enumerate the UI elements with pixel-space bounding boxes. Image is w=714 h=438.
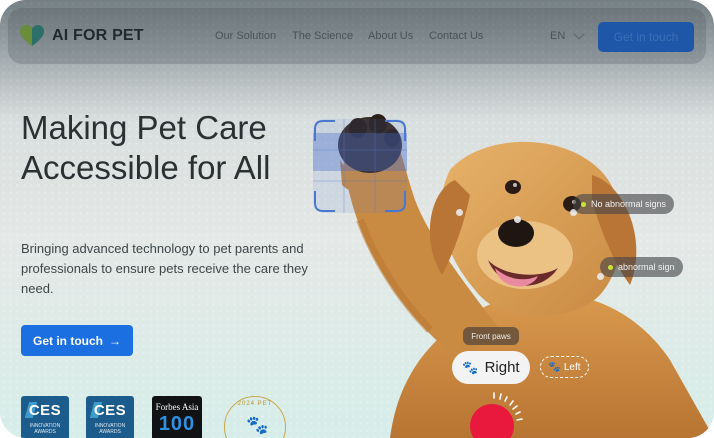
award-text: 2024 PET (237, 401, 273, 407)
status-dot-icon (608, 264, 613, 270)
paw-icon: 🐾 (246, 415, 269, 435)
ces-logo-text: CES (93, 402, 127, 419)
language-label: EN (550, 30, 566, 42)
ces-logo-text: CES (28, 402, 62, 419)
page: AI FOR PET Our Solution The Science Abou… (0, 0, 714, 438)
nav-our-solution[interactable]: Our Solution (215, 30, 276, 42)
left-paw-button[interactable]: 🐾 Left (540, 356, 589, 378)
language-selector[interactable]: EN (550, 28, 585, 42)
status-dot-icon (581, 201, 586, 207)
paw-scan-frame (313, 119, 407, 213)
right-paw-button[interactable]: 🐾 Right (452, 351, 530, 384)
nav-about-us[interactable]: About Us (368, 30, 413, 42)
no-abnormal-signs-tag: No abnormal signs (573, 194, 675, 214)
ces-innovation-badge-2: CES INNOVATION AWARDS (86, 396, 134, 438)
nav-the-science[interactable]: The Science (292, 30, 353, 42)
ces-caption: INNOVATION AWARDS (29, 423, 61, 435)
forbes-100-text: 100 (158, 413, 196, 435)
front-paws-label: Front paws (463, 327, 519, 345)
hero-subtitle: Bringing advanced technology to pet pare… (21, 241, 308, 296)
tag-label: No abnormal signs (591, 199, 667, 209)
nav-contact-us[interactable]: Contact Us (429, 30, 483, 42)
brand-name: AI FOR PET (52, 27, 144, 44)
forbes-asia-100-badge: Forbes Asia 100 (152, 396, 202, 438)
brand-logo[interactable]: AI FOR PET (20, 25, 144, 47)
ces-caption: INNOVATION AWARDS (94, 423, 126, 435)
cta-label: Get in touch (33, 333, 103, 348)
left-label: Left (563, 361, 581, 373)
arrow-right-icon: → (109, 333, 121, 348)
abnormal-sign-tag: abnormal sign (600, 257, 683, 277)
detection-point (514, 216, 521, 223)
detection-point (456, 209, 463, 216)
tag-label: abnormal sign (618, 262, 675, 272)
forbes-asia-text: Forbes Asia (155, 402, 199, 412)
heart-logo-icon (20, 25, 44, 46)
chevron-down-icon (573, 28, 585, 40)
get-in-touch-button[interactable]: Get in touch → (21, 325, 133, 356)
paw-icon: 🐾 (462, 359, 479, 375)
pet-award-seal: 2024 PET 🐾 (224, 396, 286, 438)
header-get-in-touch-button[interactable]: Get in touch (598, 22, 694, 52)
right-label: Right (484, 359, 520, 376)
ces-innovation-badge-1: CES INNOVATION AWARDS (21, 396, 69, 438)
paw-icon: 🐾 (548, 361, 561, 373)
hero-title: Making Pet Care Accessible for All (21, 109, 271, 186)
